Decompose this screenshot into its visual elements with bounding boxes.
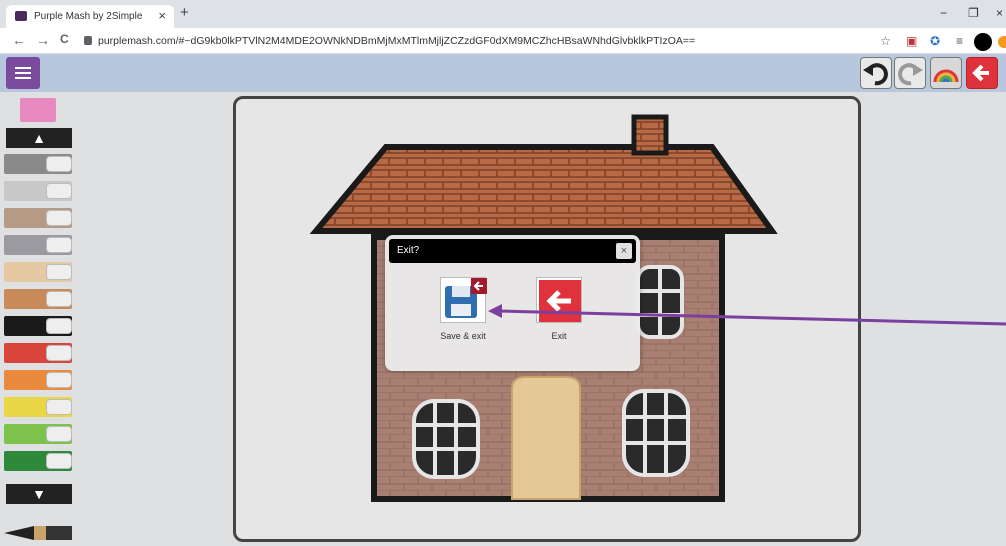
annotation-arrow [488, 304, 1006, 326]
